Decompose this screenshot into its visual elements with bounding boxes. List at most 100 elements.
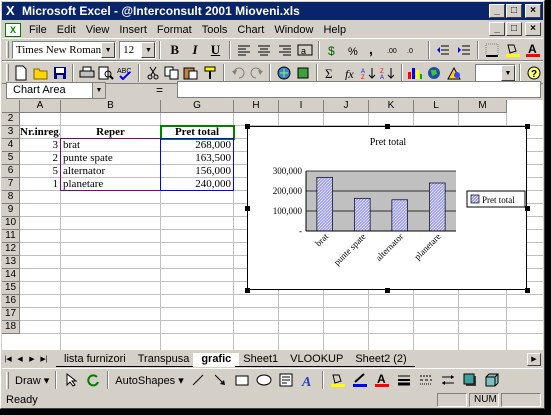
menu-tools[interactable]: Tools <box>197 24 233 36</box>
formula-input[interactable] <box>177 81 541 98</box>
column-header[interactable]: L <box>414 100 459 113</box>
excel-app-icon[interactable]: X <box>5 3 19 18</box>
workbook-icon[interactable]: X <box>5 22 21 37</box>
scroll-right-button[interactable]: ▶ <box>527 353 541 366</box>
draw-menu-button[interactable]: Draw ▾ <box>12 374 52 387</box>
line-style-icon[interactable] <box>393 370 415 390</box>
cell-nr[interactable]: 2 <box>20 152 60 165</box>
row-header[interactable]: 5 <box>2 152 20 165</box>
resize-handle[interactable] <box>245 288 250 293</box>
3d-icon[interactable] <box>481 370 503 390</box>
row-header[interactable]: 9 <box>2 204 20 217</box>
decrease-indent-icon[interactable] <box>433 40 453 60</box>
chart-title[interactable]: Pret total <box>370 137 407 148</box>
decrease-decimal-icon[interactable]: .0 <box>405 40 425 60</box>
arrow-style-icon[interactable] <box>437 370 459 390</box>
row-header[interactable]: 16 <box>2 295 20 308</box>
tab-sheet1[interactable]: Sheet1 <box>235 353 287 367</box>
title-bar[interactable]: X Microsoft Excel - @Interconsult 2001 M… <box>2 2 543 20</box>
menu-view[interactable]: View <box>81 24 115 36</box>
row-header[interactable]: 12 <box>2 243 20 256</box>
row-header[interactable]: 7 <box>2 178 20 191</box>
bar[interactable] <box>391 199 408 232</box>
toolbar-grip[interactable] <box>6 64 9 81</box>
menu-insert[interactable]: Insert <box>114 24 152 36</box>
fill-color-icon[interactable] <box>327 370 349 390</box>
last-sheet-button[interactable]: ▶| <box>38 353 50 366</box>
cell-nr[interactable]: 3 <box>20 139 60 152</box>
resize-handle[interactable] <box>525 288 530 293</box>
tab-transpusa[interactable]: Transpusa <box>129 353 198 367</box>
row-header[interactable]: 14 <box>2 269 20 282</box>
cell-header-nr[interactable]: Nr.inreg. <box>20 126 60 139</box>
resize-handle[interactable] <box>245 206 250 211</box>
resize-handle[interactable] <box>385 288 390 293</box>
row-header[interactable]: 17 <box>2 308 20 321</box>
row-header[interactable]: 10 <box>2 217 20 230</box>
align-center-icon[interactable] <box>254 40 274 60</box>
select-objects-icon[interactable] <box>60 370 82 390</box>
bar-chart[interactable]: Pret total - 100,000 200,000 300,000 brat punt… <box>248 127 528 291</box>
resize-handle[interactable] <box>245 124 250 129</box>
next-sheet-button[interactable]: ▶ <box>26 353 38 366</box>
row-header[interactable]: 2 <box>2 113 20 126</box>
wordart-icon[interactable]: A <box>297 370 319 390</box>
font-color-icon[interactable]: A <box>371 370 393 390</box>
currency-icon[interactable]: $ <box>323 40 343 60</box>
first-sheet-button[interactable]: |◀ <box>2 353 14 366</box>
percent-icon[interactable]: % <box>344 40 364 60</box>
workbook-restore-button[interactable]: □ <box>506 22 522 36</box>
column-header[interactable]: A <box>20 100 61 113</box>
tab-sheet2-2[interactable]: Sheet2 (2) <box>347 353 415 367</box>
chart-area[interactable]: Pret total - 100,000 200,000 300,000 brat punt… <box>247 126 527 290</box>
worksheet-grid[interactable]: A B G H I J K L M 2 3 4 5 6 7 8 9 10 11 12 13 14 15 16 17 18 Nr.in… <box>2 100 543 350</box>
resize-handle[interactable] <box>525 206 530 211</box>
cell-nr[interactable]: 5 <box>20 165 60 178</box>
font-size-combo[interactable]: 12 ▼ <box>119 40 157 59</box>
rectangle-icon[interactable] <box>231 370 253 390</box>
name-box[interactable]: Chart Area ▼ <box>6 81 106 99</box>
toolbar-grip[interactable] <box>6 371 9 389</box>
align-left-icon[interactable] <box>234 40 254 60</box>
arrow-icon[interactable] <box>209 370 231 390</box>
row-header[interactable]: 18 <box>2 321 20 334</box>
minimize-button[interactable]: _ <box>489 4 505 18</box>
zoom-combo[interactable]: ▼ <box>475 63 516 82</box>
increase-decimal-icon[interactable]: .00 <box>384 40 404 60</box>
dash-style-icon[interactable] <box>415 370 437 390</box>
chevron-down-icon[interactable]: ▼ <box>92 82 105 98</box>
chevron-down-icon[interactable]: ▼ <box>141 41 156 58</box>
cell-nr[interactable]: 1 <box>20 178 60 191</box>
row-header[interactable]: 3 <box>2 126 20 139</box>
bold-button[interactable]: B <box>164 40 184 60</box>
fill-color-icon[interactable] <box>502 40 522 60</box>
autoshapes-menu-button[interactable]: AutoShapes ▾ <box>112 374 187 387</box>
chevron-down-icon[interactable]: ▼ <box>101 41 116 58</box>
oval-icon[interactable] <box>253 370 275 390</box>
increase-indent-icon[interactable] <box>454 40 474 60</box>
close-button[interactable]: × <box>525 4 541 18</box>
free-rotate-icon[interactable] <box>82 370 104 390</box>
font-name-combo[interactable]: Times New Roman ▼ <box>11 40 117 59</box>
shadow-icon[interactable] <box>459 370 481 390</box>
tab-lista-furnizori[interactable]: lista furnizori <box>56 353 134 367</box>
borders-icon[interactable] <box>482 40 502 60</box>
column-header[interactable]: K <box>369 100 414 113</box>
chevron-down-icon[interactable]: ▼ <box>500 64 515 81</box>
column-header[interactable]: J <box>324 100 369 113</box>
prev-sheet-button[interactable]: ◀ <box>14 353 26 366</box>
line-color-icon[interactable] <box>349 370 371 390</box>
bar[interactable] <box>429 182 446 232</box>
column-header[interactable]: I <box>279 100 324 113</box>
edit-formula-button[interactable]: = <box>156 83 163 97</box>
row-header[interactable]: 11 <box>2 230 20 243</box>
resize-handle[interactable] <box>525 124 530 129</box>
align-right-icon[interactable] <box>274 40 294 60</box>
menu-chart[interactable]: Chart <box>232 24 269 36</box>
font-color-icon[interactable]: A <box>523 40 543 60</box>
toolbar-grip[interactable] <box>6 41 9 58</box>
column-header[interactable]: G <box>161 100 234 113</box>
workbook-close-button[interactable]: × <box>525 22 541 36</box>
column-header[interactable]: M <box>459 100 507 113</box>
menu-file[interactable]: File <box>24 24 52 36</box>
